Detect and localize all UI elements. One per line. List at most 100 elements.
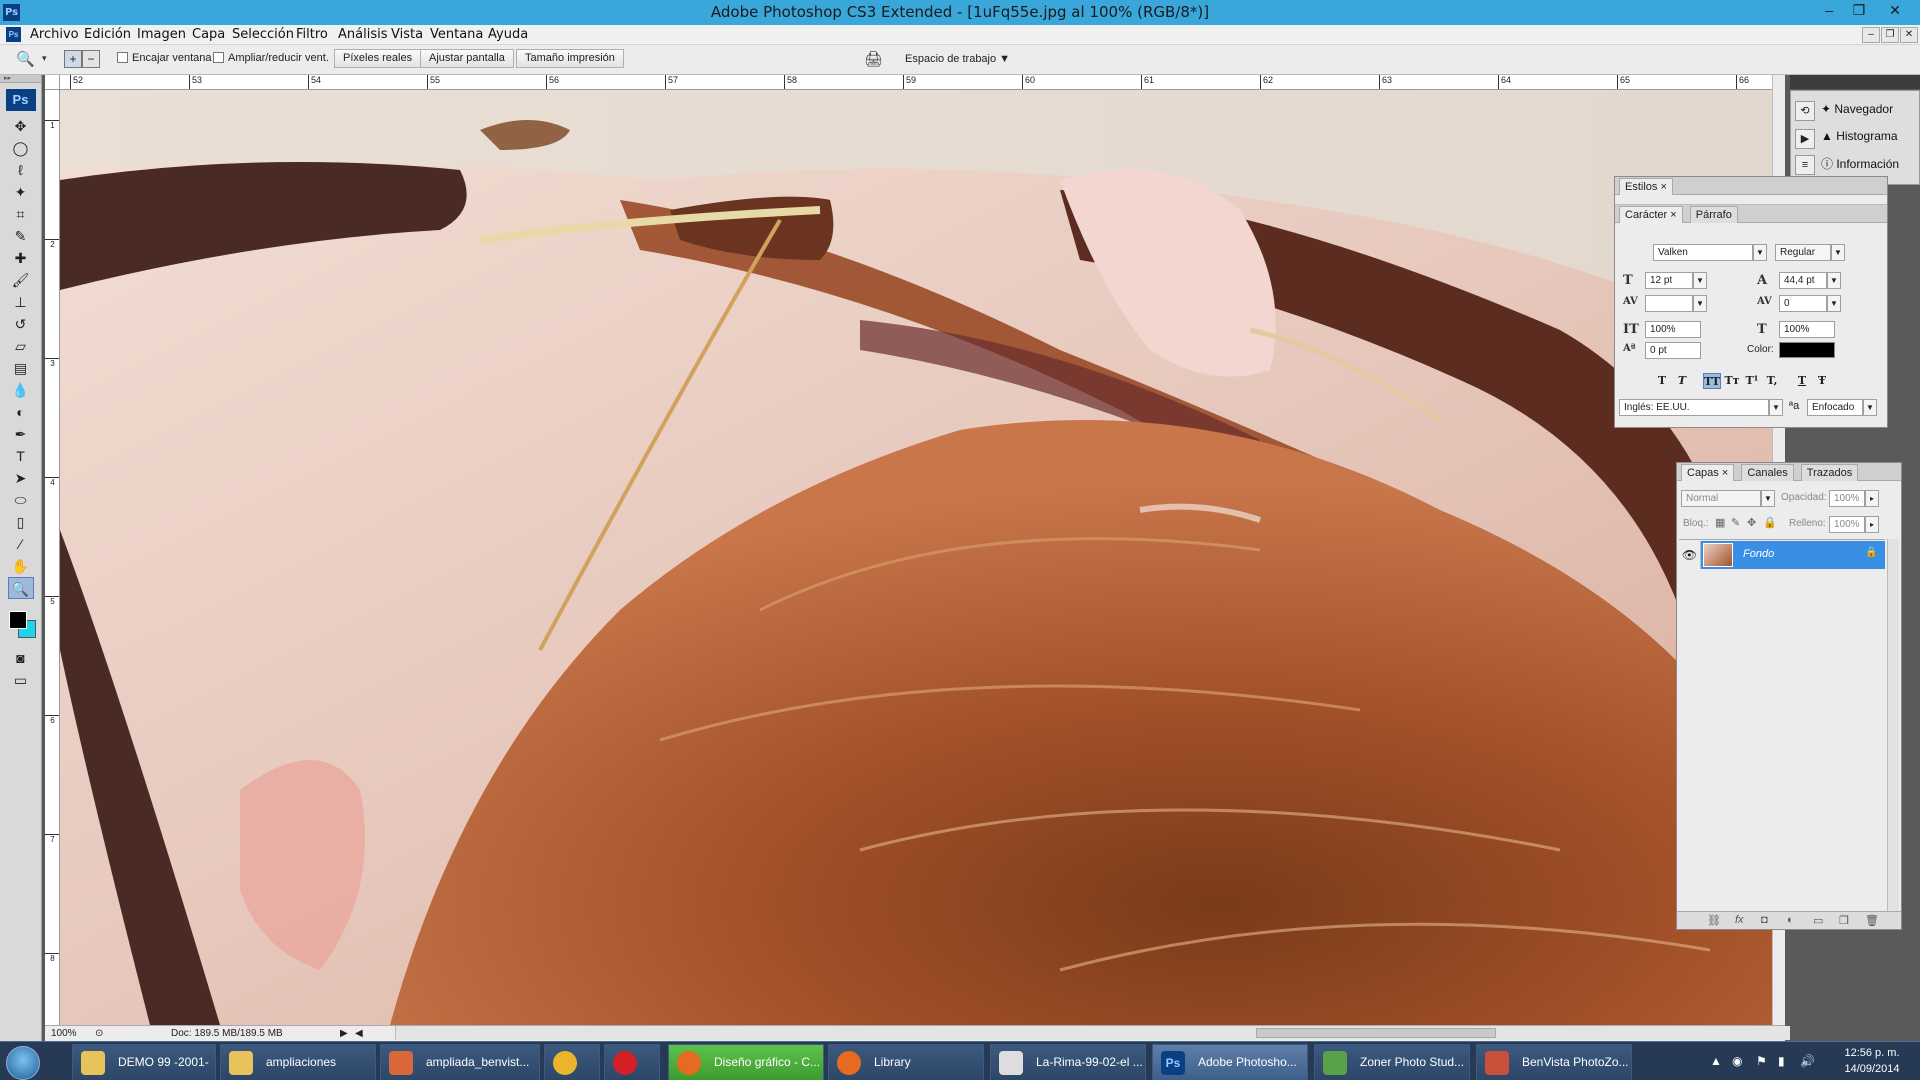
- new-group-icon[interactable]: ▭: [1813, 914, 1823, 927]
- layers-scrollbar[interactable]: [1887, 539, 1899, 911]
- document-icon[interactable]: Ps: [6, 27, 21, 42]
- menu-imagen[interactable]: Imagen: [137, 27, 186, 42]
- language-dropdown-icon[interactable]: ▼: [1769, 399, 1783, 416]
- move-tool-icon[interactable]: ✥: [8, 115, 34, 137]
- layer-row[interactable]: Fondo 🔒: [1701, 541, 1885, 569]
- ruler-corner[interactable]: [45, 75, 60, 90]
- tool-preset-dropdown-icon[interactable]: ▾: [42, 53, 47, 64]
- magic-wand-tool-icon[interactable]: ✦: [8, 181, 34, 203]
- clone-stamp-tool-icon[interactable]: ⊥: [8, 291, 34, 313]
- histogram-panel-button[interactable]: ▲ Histograma: [1821, 129, 1898, 143]
- gradient-tool-icon[interactable]: ▤: [8, 357, 34, 379]
- vertical-scale-input[interactable]: 100%: [1645, 321, 1701, 338]
- network-icon[interactable]: ▮: [1778, 1054, 1785, 1068]
- faux-italic-button[interactable]: T: [1673, 373, 1691, 389]
- document-canvas[interactable]: [60, 90, 1772, 1025]
- taskbar-item-photoshop[interactable]: Ps Adobe Photosho...: [1152, 1044, 1308, 1080]
- blur-tool-icon[interactable]: 💧: [8, 379, 34, 401]
- tab-layers[interactable]: Capas ×: [1681, 464, 1735, 481]
- menu-capa[interactable]: Capa: [192, 27, 225, 42]
- horizontal-scrollbar-thumb[interactable]: [1256, 1028, 1496, 1038]
- font-family-dropdown-icon[interactable]: ▼: [1753, 244, 1767, 261]
- dodge-tool-icon[interactable]: ◐: [8, 401, 34, 423]
- tab-paths[interactable]: Trazados: [1800, 464, 1859, 481]
- pen-tool-icon[interactable]: ✒: [8, 423, 34, 445]
- menu-ventana[interactable]: Ventana: [430, 27, 483, 42]
- resize-windows-checkbox[interactable]: Ampliar/reducir vent.: [213, 52, 329, 64]
- info-panel-button[interactable]: ⓘ Información: [1821, 155, 1899, 172]
- history-brush-tool-icon[interactable]: ↺: [8, 313, 34, 335]
- path-selection-tool-icon[interactable]: ➤: [8, 467, 34, 489]
- small-caps-button[interactable]: Tт: [1723, 373, 1741, 389]
- menu-ayuda[interactable]: Ayuda: [488, 27, 528, 42]
- taskbar-item-firefox-diseno[interactable]: Diseño gráfico - C...: [668, 1044, 824, 1080]
- taskbar-item-ampliaciones[interactable]: ampliaciones: [220, 1044, 376, 1080]
- volume-icon[interactable]: 🔊: [1800, 1054, 1815, 1068]
- notes-tool-icon[interactable]: ▯: [8, 511, 34, 533]
- fill-slider-icon[interactable]: ▸: [1865, 516, 1879, 533]
- tab-character[interactable]: Carácter ×: [1619, 206, 1683, 223]
- layer-mask-icon[interactable]: ◘: [1761, 914, 1768, 926]
- shape-tool-icon[interactable]: ⬭: [8, 489, 34, 511]
- adjustment-layer-icon[interactable]: ◐: [1787, 914, 1794, 926]
- underline-button[interactable]: T: [1793, 373, 1811, 389]
- font-size-dropdown-icon[interactable]: ▼: [1693, 272, 1707, 289]
- zoom-in-icon[interactable]: +: [64, 50, 82, 68]
- link-layers-icon[interactable]: ⛓: [1707, 914, 1721, 927]
- font-style-select[interactable]: Regular: [1775, 244, 1831, 261]
- lock-all-icon[interactable]: 🔒: [1763, 516, 1777, 529]
- foreground-color-swatch[interactable]: [9, 611, 27, 629]
- blend-mode-dropdown-icon[interactable]: ▼: [1761, 490, 1775, 507]
- fill-input[interactable]: 100%: [1829, 516, 1865, 533]
- leading-dropdown-icon[interactable]: ▼: [1827, 272, 1841, 289]
- taskbar-item-opera[interactable]: [604, 1044, 660, 1080]
- zoom-out-icon[interactable]: −: [82, 50, 100, 68]
- menu-analisis[interactable]: Análisis: [338, 27, 387, 42]
- doc-restore-button[interactable]: ❐: [1881, 27, 1899, 43]
- scroll-left-icon[interactable]: ◀: [355, 1028, 363, 1039]
- zoom-tool-active-icon[interactable]: 🔍: [7, 577, 34, 599]
- close-button[interactable]: ✕: [1880, 0, 1910, 22]
- tab-channels[interactable]: Canales: [1741, 464, 1794, 481]
- taskbar-item-library[interactable]: Library: [828, 1044, 984, 1080]
- tab-paragraph[interactable]: Párrafo: [1689, 206, 1738, 223]
- restore-button[interactable]: ❐: [1844, 0, 1874, 22]
- zoom-tool-icon[interactable]: 🔍: [16, 50, 35, 68]
- menu-vista[interactable]: Vista: [391, 27, 423, 42]
- quick-mask-icon[interactable]: ◙: [8, 647, 34, 669]
- taskbar-item-benvista[interactable]: BenVista PhotoZo...: [1476, 1044, 1632, 1080]
- blend-mode-select[interactable]: Normal: [1681, 490, 1761, 507]
- language-select[interactable]: Inglés: EE.UU.: [1619, 399, 1769, 416]
- superscript-button[interactable]: T¹: [1743, 373, 1761, 389]
- antialias-dropdown-icon[interactable]: ▼: [1863, 399, 1877, 416]
- menu-filtro[interactable]: Filtro: [296, 27, 328, 42]
- antialias-select[interactable]: Enfocado: [1807, 399, 1863, 416]
- menu-edicion[interactable]: Edición: [84, 27, 131, 42]
- action-center-icon[interactable]: ⚑: [1756, 1054, 1767, 1068]
- navigator-panel-button[interactable]: ✦ Navegador: [1821, 102, 1893, 116]
- screen-mode-icon[interactable]: ▭: [8, 669, 34, 691]
- text-color-swatch[interactable]: [1779, 342, 1835, 358]
- taskbar-item-demo[interactable]: DEMO 99 -2001-: [72, 1044, 216, 1080]
- actual-pixels-button[interactable]: Píxeles reales: [334, 49, 422, 68]
- doc-close-button[interactable]: ✕: [1900, 27, 1918, 43]
- eyedropper-tool-icon[interactable]: ⁄: [8, 533, 34, 555]
- taskbar-item-zoner[interactable]: Zoner Photo Stud...: [1314, 1044, 1470, 1080]
- delete-layer-icon[interactable]: 🗑: [1865, 914, 1879, 927]
- lock-transparency-icon[interactable]: ▦: [1715, 516, 1725, 529]
- status-menu-icon[interactable]: ⊙: [95, 1028, 103, 1039]
- opacity-input[interactable]: 100%: [1829, 490, 1865, 507]
- font-family-select[interactable]: Valken: [1653, 244, 1753, 261]
- tracking-dropdown-icon[interactable]: ▼: [1827, 295, 1841, 312]
- status-arrow-icon[interactable]: ▶: [340, 1028, 348, 1039]
- lock-position-icon[interactable]: ✥: [1747, 516, 1756, 529]
- hand-tool-icon[interactable]: ✋: [8, 555, 34, 577]
- strikethrough-button[interactable]: Ŧ: [1813, 373, 1831, 389]
- marquee-tool-icon[interactable]: ◯: [8, 137, 34, 159]
- all-caps-button[interactable]: TT: [1703, 373, 1721, 389]
- leading-input[interactable]: 44,4 pt: [1779, 272, 1827, 289]
- history-icon[interactable]: ⟲: [1795, 101, 1815, 121]
- clock[interactable]: 12:56 p. m. 14/09/2014: [1830, 1045, 1914, 1077]
- tab-styles[interactable]: Estilos ×: [1619, 178, 1673, 195]
- workspace-menu[interactable]: Espacio de trabajo ▼: [905, 53, 1010, 65]
